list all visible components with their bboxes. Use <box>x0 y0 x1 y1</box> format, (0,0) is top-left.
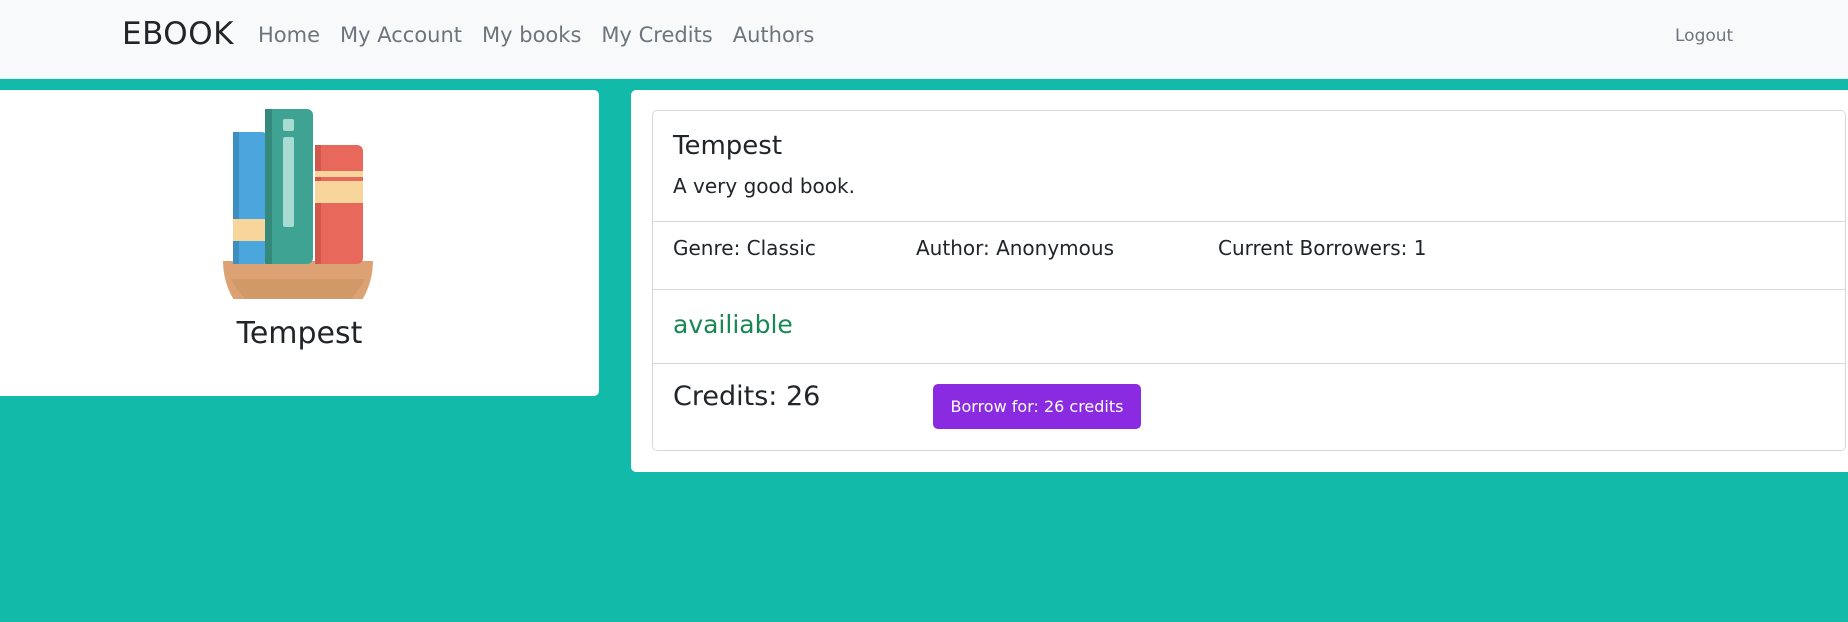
status-section: availiable <box>653 290 1845 364</box>
book-details-card: Tempest A very good book. Genre: Classic… <box>652 110 1846 451</box>
nav-link-my-books[interactable]: My books <box>482 23 581 47</box>
author-label: Author: Anonymous <box>916 236 1114 260</box>
nav-link-home[interactable]: Home <box>258 23 320 47</box>
title-section: Tempest A very good book. <box>653 111 1845 222</box>
book-details-panel: Tempest A very good book. Genre: Classic… <box>631 90 1848 472</box>
nav-links: Home My Account My books My Credits Auth… <box>258 23 834 47</box>
cover-book-title: Tempest <box>236 316 363 351</box>
credits-label: Credits: 26 <box>673 381 821 412</box>
top-navbar: EBOOK Home My Account My books My Credit… <box>0 0 1848 79</box>
books-on-shelf-icon <box>223 109 373 299</box>
book-title: Tempest <box>673 131 783 161</box>
meta-section: Genre: Classic Author: Anonymous Current… <box>653 222 1845 290</box>
genre-label: Genre: Classic <box>673 236 816 260</box>
borrowers-label: Current Borrowers: 1 <box>1218 236 1427 260</box>
nav-link-my-account[interactable]: My Account <box>340 23 462 47</box>
book-description: A very good book. <box>673 174 855 198</box>
credits-section: Credits: 26 Borrow for: 26 credits <box>653 364 1845 450</box>
brand-logo[interactable]: EBOOK <box>122 16 234 52</box>
nav-link-my-credits[interactable]: My Credits <box>601 23 712 47</box>
nav-link-authors[interactable]: Authors <box>733 23 815 47</box>
logout-link[interactable]: Logout <box>1675 26 1733 46</box>
book-cover-card: Tempest <box>0 90 599 396</box>
borrow-button[interactable]: Borrow for: 26 credits <box>933 384 1141 429</box>
availability-status: availiable <box>673 310 793 339</box>
